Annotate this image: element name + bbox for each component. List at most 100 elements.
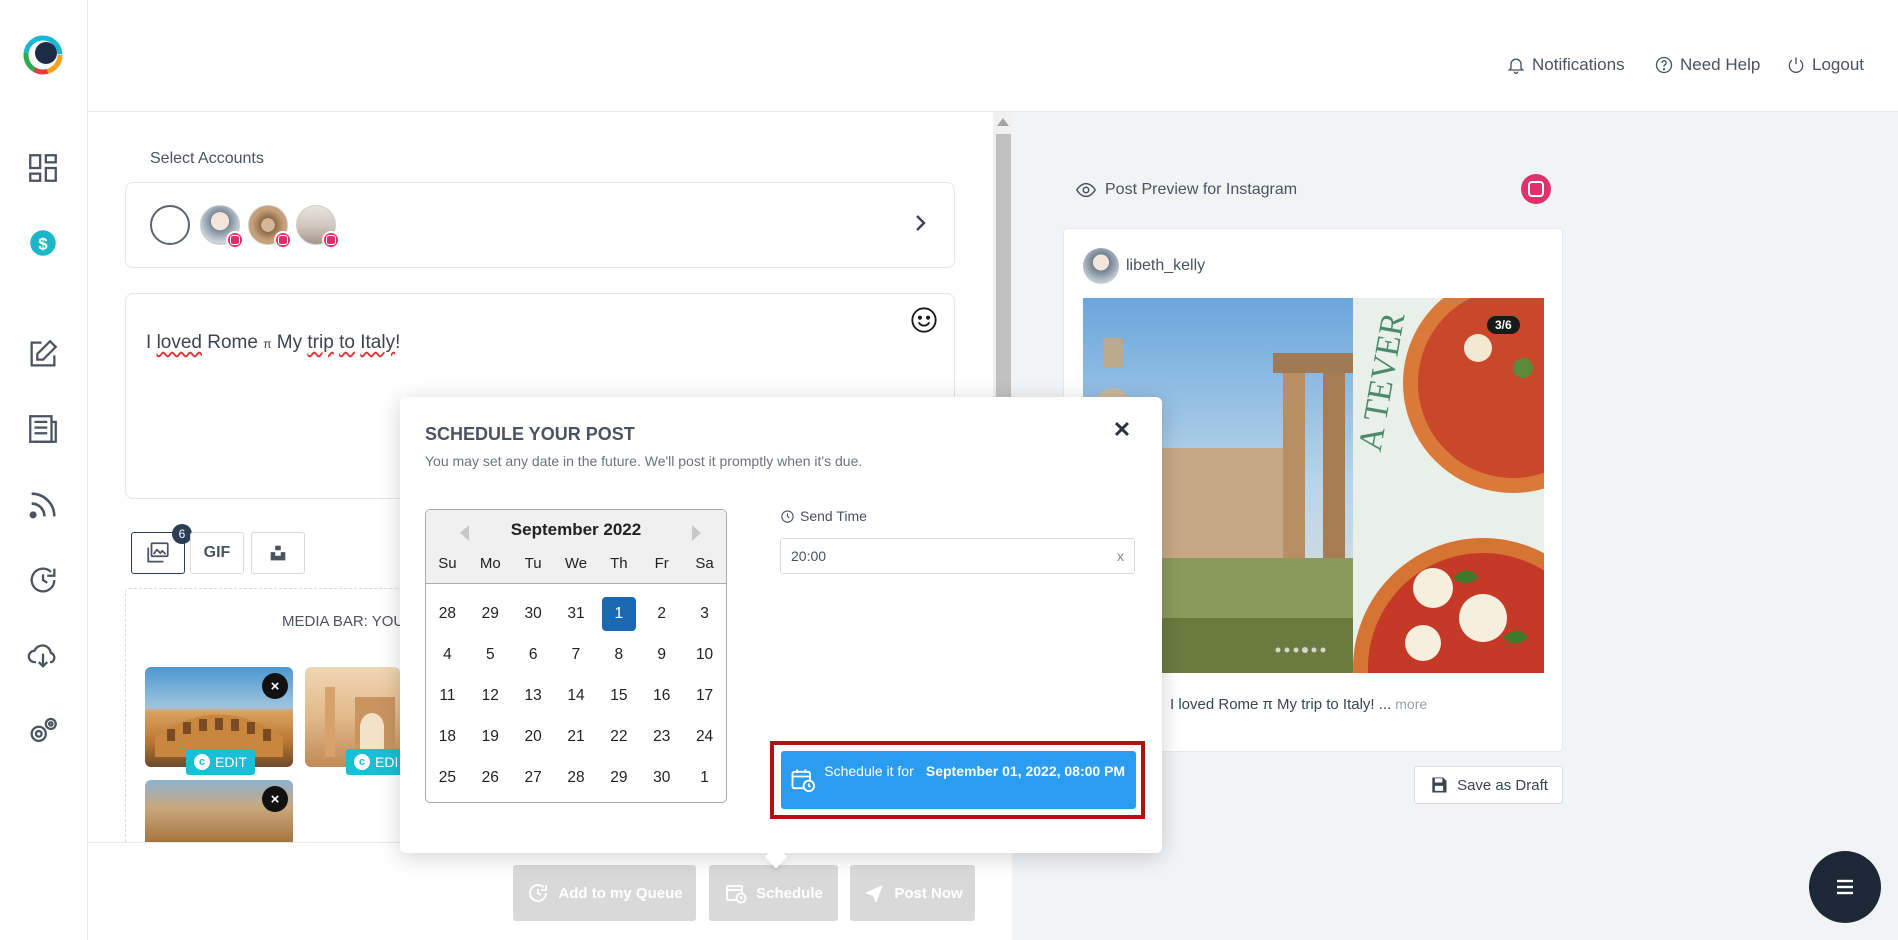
send-time-label: Send Time (780, 508, 867, 524)
calendar-day[interactable]: 6 (512, 635, 555, 676)
calendar-day[interactable]: 3 (683, 594, 726, 635)
calendar-day[interactable]: 26 (469, 757, 512, 798)
calendar-day-number: 12 (482, 687, 499, 705)
calendar-day-number: 19 (482, 728, 499, 746)
weekday-label: Th (597, 555, 640, 572)
modal-subtitle: You may set any date in the future. We'l… (425, 453, 862, 469)
settings-gears-icon[interactable] (24, 712, 62, 750)
post-text-segment: trip (307, 332, 333, 353)
remove-media-icon[interactable]: × (262, 673, 288, 699)
calendar-day[interactable]: 30 (512, 594, 555, 635)
compose-icon[interactable] (24, 335, 62, 373)
notifications-link[interactable]: Notifications (1506, 55, 1625, 75)
calendar-day[interactable]: 9 (640, 635, 683, 676)
calendar-day-number: 3 (700, 605, 709, 623)
add-to-queue-button[interactable]: Add to my Queue (513, 865, 696, 921)
calendar-day[interactable]: 23 (640, 716, 683, 757)
bell-icon (1506, 55, 1526, 75)
schedule-button[interactable]: Schedule (709, 865, 838, 921)
calendar-day-number: 4 (443, 646, 452, 664)
send-time-input[interactable]: 20:00 x (780, 538, 1135, 574)
calendar-day[interactable]: 4 (426, 635, 469, 676)
calendar-day[interactable]: 21 (555, 716, 598, 757)
billing-icon[interactable]: $ (24, 224, 62, 262)
schedule-it-label: Schedule it for (821, 763, 917, 780)
schedule-it-button[interactable]: Schedule it for September 01, 2022, 08:0… (781, 751, 1136, 809)
posts-list-icon[interactable] (24, 410, 62, 448)
modal-title: SCHEDULE YOUR POST (425, 424, 635, 445)
canva-icon: c (194, 754, 210, 770)
logout-link[interactable]: Logout (1786, 55, 1864, 75)
app-logo[interactable] (22, 34, 64, 76)
calendar-day-number: 29 (482, 605, 499, 623)
calendar-day[interactable]: 16 (640, 676, 683, 717)
calendar-day[interactable]: 7 (555, 635, 598, 676)
calendar-day[interactable]: 2 (640, 594, 683, 635)
calendar-day[interactable]: 18 (426, 716, 469, 757)
post-text-segment: ! (395, 332, 400, 353)
post-now-label: Post Now (894, 885, 962, 902)
calendar-day[interactable]: 28 (555, 757, 598, 798)
chevron-right-icon[interactable] (908, 211, 932, 235)
remove-media-icon[interactable]: × (262, 786, 288, 812)
send-time-label-text: Send Time (800, 508, 867, 524)
menu-fab-button[interactable] (1809, 851, 1881, 923)
close-icon[interactable]: ✕ (1110, 418, 1134, 442)
date-picker: September 2022 SuMoTuWeThFrSa 2829303112… (425, 509, 727, 803)
calendar-day[interactable]: 27 (512, 757, 555, 798)
calendar-day-number: 21 (567, 728, 584, 746)
calendar-day-selected[interactable]: 1 (597, 594, 640, 635)
calendar-day[interactable]: 17 (683, 676, 726, 717)
calendar-day[interactable]: 25 (426, 757, 469, 798)
dashboard-icon[interactable] (24, 149, 62, 187)
power-icon (1786, 55, 1806, 75)
accounts-selector[interactable] (125, 182, 955, 268)
queue-icon[interactable] (24, 561, 62, 599)
calendar-day-number: 27 (525, 769, 542, 787)
calendar-day-number: 22 (610, 728, 627, 746)
calendar-day[interactable]: 29 (469, 594, 512, 635)
add-account-circle[interactable] (150, 205, 190, 245)
scroll-up-icon[interactable] (997, 118, 1009, 126)
images-icon (145, 540, 171, 566)
calendar-day[interactable]: 19 (469, 716, 512, 757)
gif-button[interactable]: GIF (190, 532, 244, 574)
next-month-icon[interactable] (692, 525, 701, 541)
calendar-day[interactable]: 13 (512, 676, 555, 717)
calendar-day[interactable]: 29 (597, 757, 640, 798)
calendar-day[interactable]: 12 (469, 676, 512, 717)
edit-media-button[interactable]: cEDIT (346, 749, 405, 775)
emoji-picker-icon[interactable] (910, 306, 938, 334)
calendar-day[interactable]: 28 (426, 594, 469, 635)
help-icon (1654, 55, 1674, 75)
calendar-day[interactable]: 10 (683, 635, 726, 676)
calendar-day[interactable]: 24 (683, 716, 726, 757)
clear-time-button[interactable]: x (1117, 548, 1124, 564)
calendar-day[interactable]: 11 (426, 676, 469, 717)
edit-label: EDIT (375, 754, 397, 770)
calendar-day[interactable]: 15 (597, 676, 640, 717)
floppy-disk-icon (1429, 775, 1449, 795)
instagram-icon[interactable] (1521, 174, 1551, 204)
calendar-day[interactable]: 14 (555, 676, 598, 717)
unsplash-button[interactable] (251, 532, 305, 574)
calendar-day[interactable]: 30 (640, 757, 683, 798)
calendar-day-number: 15 (610, 687, 627, 705)
calendar-day[interactable]: 5 (469, 635, 512, 676)
calendar-day[interactable]: 8 (597, 635, 640, 676)
rss-icon[interactable] (24, 486, 62, 524)
calendar-day[interactable]: 22 (597, 716, 640, 757)
calendar-day-number: 25 (439, 769, 456, 787)
calendar-day-number: 30 (525, 605, 542, 623)
post-now-button[interactable]: Post Now (850, 865, 975, 921)
calendar-day[interactable]: 1 (683, 757, 726, 798)
calendar-day[interactable]: 20 (512, 716, 555, 757)
calendar-day[interactable]: 31 (555, 594, 598, 635)
save-as-draft-button[interactable]: Save as Draft (1414, 766, 1563, 804)
cloud-download-icon[interactable] (24, 636, 62, 674)
caption-more-link[interactable]: more (1395, 696, 1427, 712)
edit-media-button[interactable]: cEDIT (186, 749, 255, 775)
post-text[interactable]: I loved Rome π My trip to Italy! (146, 332, 400, 354)
need-help-link[interactable]: Need Help (1654, 55, 1760, 75)
preview-username: libeth_kelly (1126, 257, 1205, 275)
